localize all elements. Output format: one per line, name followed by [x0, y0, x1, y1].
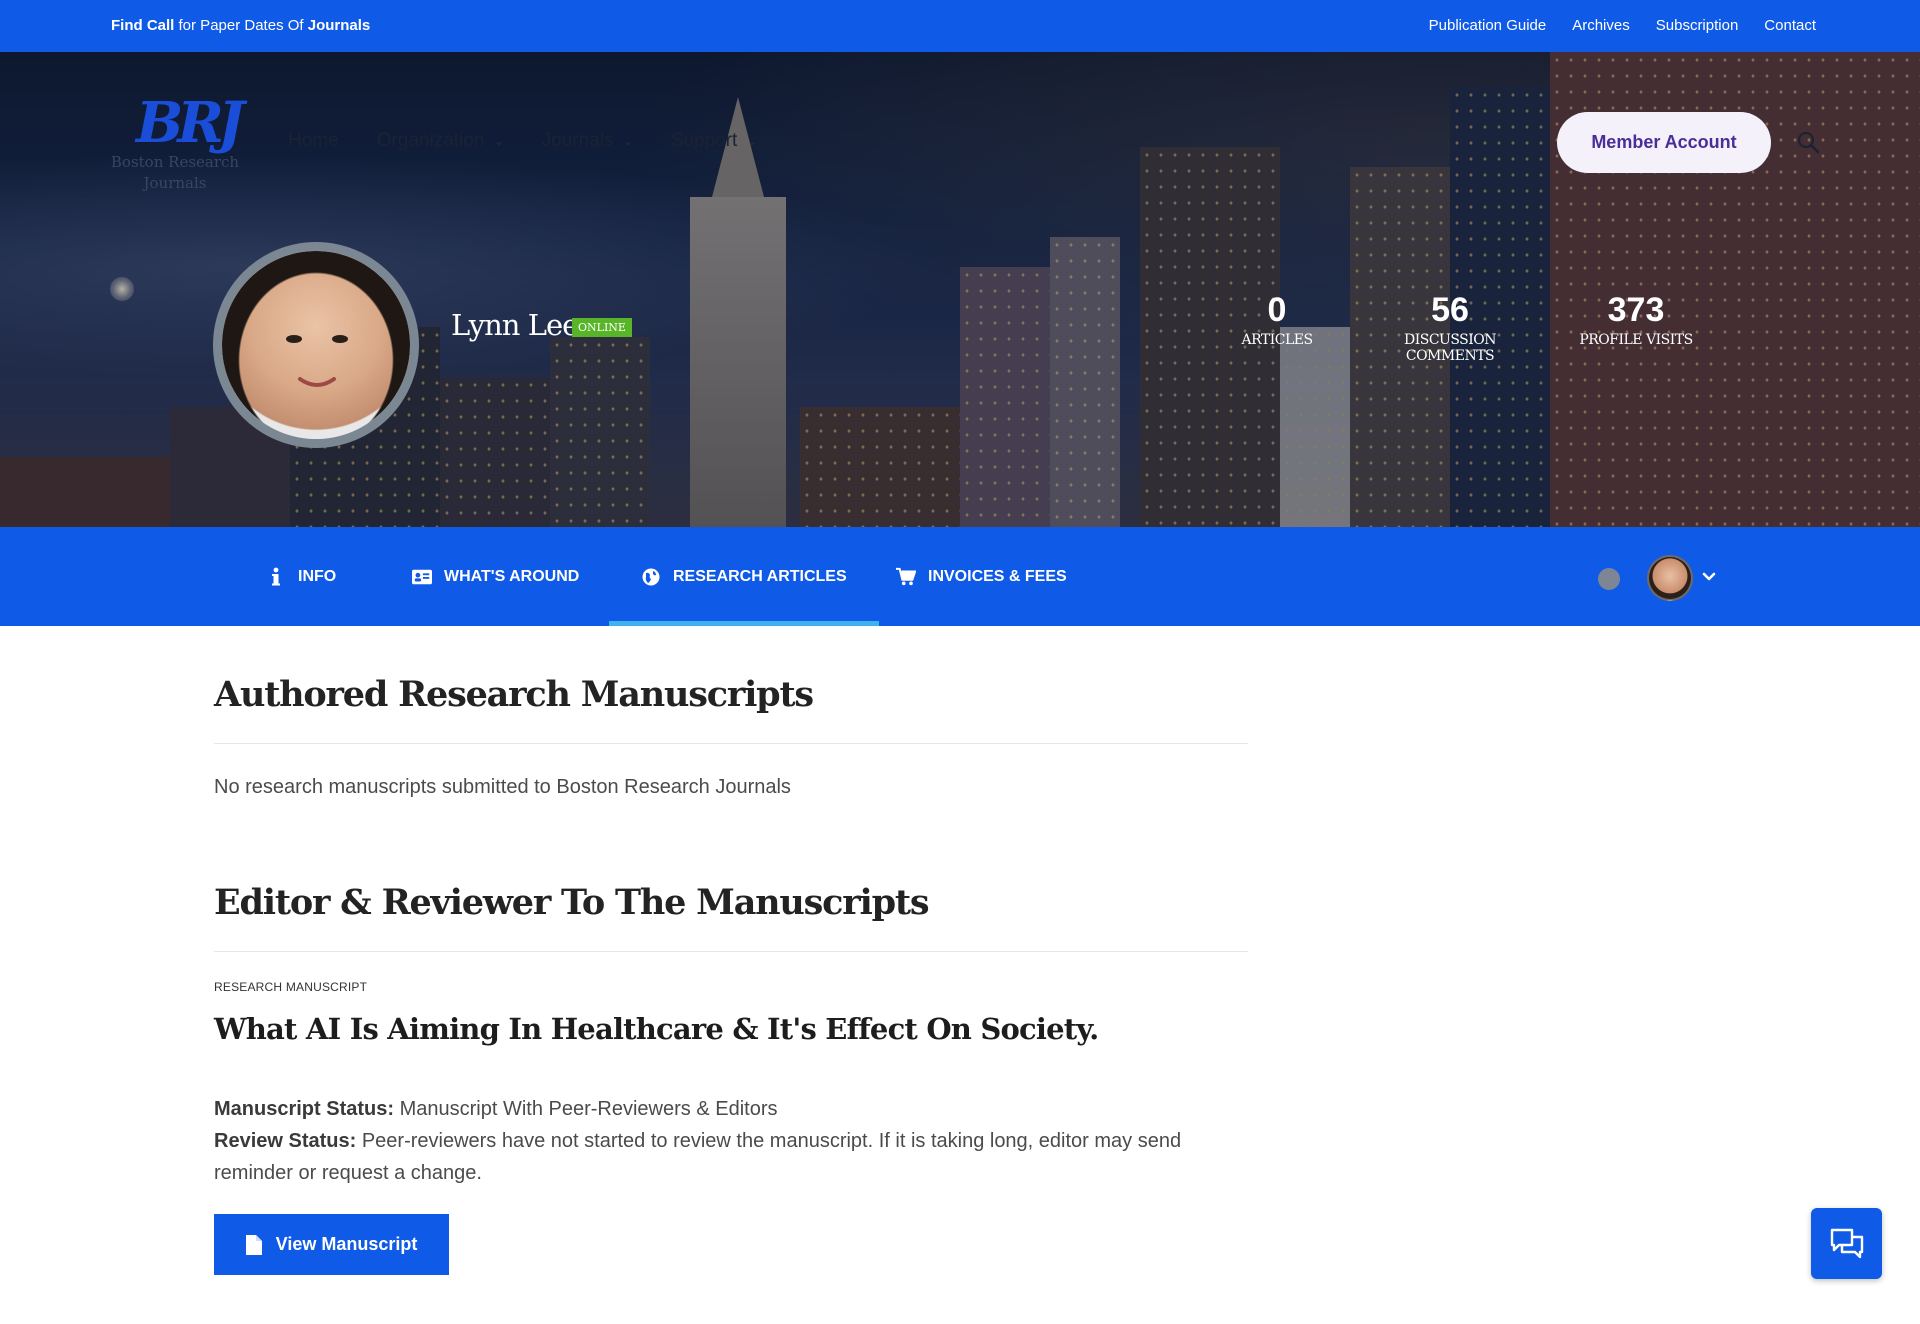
- review-status-value: Peer-reviewers have not started to revie…: [214, 1130, 1182, 1184]
- manuscript-title[interactable]: What AI Is Aiming In Healthcare & It's E…: [214, 1012, 1099, 1046]
- stat-articles-value: 0: [1267, 291, 1287, 329]
- manuscript-kicker: RESEARCH MANUSCRIPT: [214, 980, 368, 994]
- info-icon: [266, 567, 286, 587]
- chevron-down-icon: ⌄: [494, 135, 504, 148]
- logo-name: Boston Research Journals: [110, 152, 240, 194]
- tab-invoices-fees-label: INVOICES & FEES: [928, 567, 1067, 585]
- tab-research-articles-label: RESEARCH ARTICLES: [673, 567, 847, 585]
- tab-info[interactable]: INFO: [266, 527, 336, 626]
- notifications-globe-icon[interactable]: [1598, 568, 1620, 590]
- stat-comments-value: 56: [1431, 291, 1469, 329]
- tab-info-label: INFO: [298, 567, 337, 585]
- tab-research-articles[interactable]: RESEARCH ARTICLES: [609, 527, 879, 626]
- find-call-text: Find Call: [111, 17, 175, 34]
- user-menu-avatar[interactable]: [1647, 555, 1693, 601]
- manuscript-status-value: Manuscript With Peer-Reviewers & Editors: [394, 1098, 778, 1120]
- search-icon[interactable]: [1796, 130, 1820, 154]
- stat-visits-label: PROFILE VISITS: [1579, 332, 1693, 348]
- stat-discussion-comments: 56 DISCUSSION COMMENTS: [1360, 290, 1540, 364]
- logo-name-line2: Journals: [143, 174, 207, 192]
- chevron-down-icon: ⌄: [747, 135, 757, 148]
- nav-support-label: Support: [670, 130, 738, 151]
- main-nav: Home Organization ⌄ Journals ⌄ Support ⌄: [288, 130, 756, 152]
- chat-button[interactable]: [1811, 1208, 1882, 1279]
- call-middle-text: for Paper Dates Of: [174, 17, 308, 34]
- chat-icon: [1830, 1228, 1863, 1258]
- tab-whats-around-label: WHAT'S AROUND: [444, 567, 580, 585]
- logo-name-line1: Boston Research: [110, 153, 240, 171]
- no-manuscripts-text: No research manuscripts submitted to Bos…: [214, 776, 791, 798]
- member-account-button[interactable]: Member Account: [1557, 112, 1771, 173]
- manuscript-status-label: Manuscript Status:: [214, 1098, 395, 1120]
- stat-visits-value: 373: [1607, 291, 1665, 329]
- nav-journals-label: Journals: [541, 130, 614, 151]
- tab-invoices-fees[interactable]: INVOICES & FEES: [896, 527, 1067, 626]
- review-status-label: Review Status:: [214, 1130, 357, 1152]
- editor-reviewer-heading: Editor & Reviewer To The Manuscripts: [214, 882, 930, 923]
- face-features: [286, 335, 348, 387]
- avatar-photo: [222, 251, 410, 439]
- manuscript-status: Manuscript Status: Manuscript With Peer-…: [214, 1093, 1248, 1125]
- journals-text: Journals: [307, 17, 371, 34]
- top-link-archives[interactable]: Archives: [1572, 17, 1630, 34]
- nav-support[interactable]: Support ⌄: [671, 130, 757, 152]
- call-for-papers-text[interactable]: Find Call for Paper Dates Of Journals: [111, 17, 370, 34]
- view-manuscript-label: View Manuscript: [275, 1234, 418, 1254]
- top-link-contact[interactable]: Contact: [1764, 17, 1816, 34]
- logo-mark: BRJ: [136, 90, 244, 156]
- stat-comments-label: DISCUSSION COMMENTS: [1403, 332, 1497, 364]
- divider: [214, 743, 1248, 744]
- site-logo[interactable]: BRJ Boston Research Journals: [110, 90, 244, 200]
- nav-home[interactable]: Home: [288, 130, 339, 152]
- file-icon: [245, 1234, 262, 1255]
- top-link-publication-guide[interactable]: Publication Guide: [1429, 17, 1547, 34]
- id-card-icon: [412, 567, 432, 587]
- nav-home-label: Home: [288, 130, 339, 151]
- globe-icon: [641, 567, 661, 587]
- authored-manuscripts-heading: Authored Research Manuscripts: [214, 674, 814, 715]
- view-manuscript-button[interactable]: View Manuscript: [214, 1214, 449, 1275]
- cart-icon: [896, 567, 916, 587]
- nav-organization-label: Organization: [376, 130, 485, 151]
- stat-articles-label: ARTICLES: [1241, 332, 1313, 348]
- top-bar: Find Call for Paper Dates Of Journals Pu…: [0, 0, 1920, 52]
- profile-avatar[interactable]: [213, 242, 419, 448]
- stat-articles: 0 ARTICLES: [1232, 290, 1322, 348]
- divider: [214, 951, 1248, 952]
- tab-whats-around[interactable]: WHAT'S AROUND: [412, 527, 579, 626]
- chevron-down-icon: ⌄: [623, 135, 633, 148]
- top-link-subscription[interactable]: Subscription: [1656, 17, 1739, 34]
- review-status: Review Status: Peer-reviewers have not s…: [214, 1125, 1248, 1189]
- profile-name: Lynn Lee: [451, 308, 579, 342]
- online-status-badge: ONLINE: [572, 318, 632, 337]
- stat-profile-visits: 373 PROFILE VISITS: [1576, 290, 1696, 348]
- nav-journals[interactable]: Journals ⌄: [542, 130, 633, 152]
- nav-organization[interactable]: Organization ⌄: [377, 130, 504, 152]
- top-links: Publication Guide Archives Subscription …: [1429, 17, 1816, 34]
- chevron-down-icon[interactable]: [1702, 570, 1716, 584]
